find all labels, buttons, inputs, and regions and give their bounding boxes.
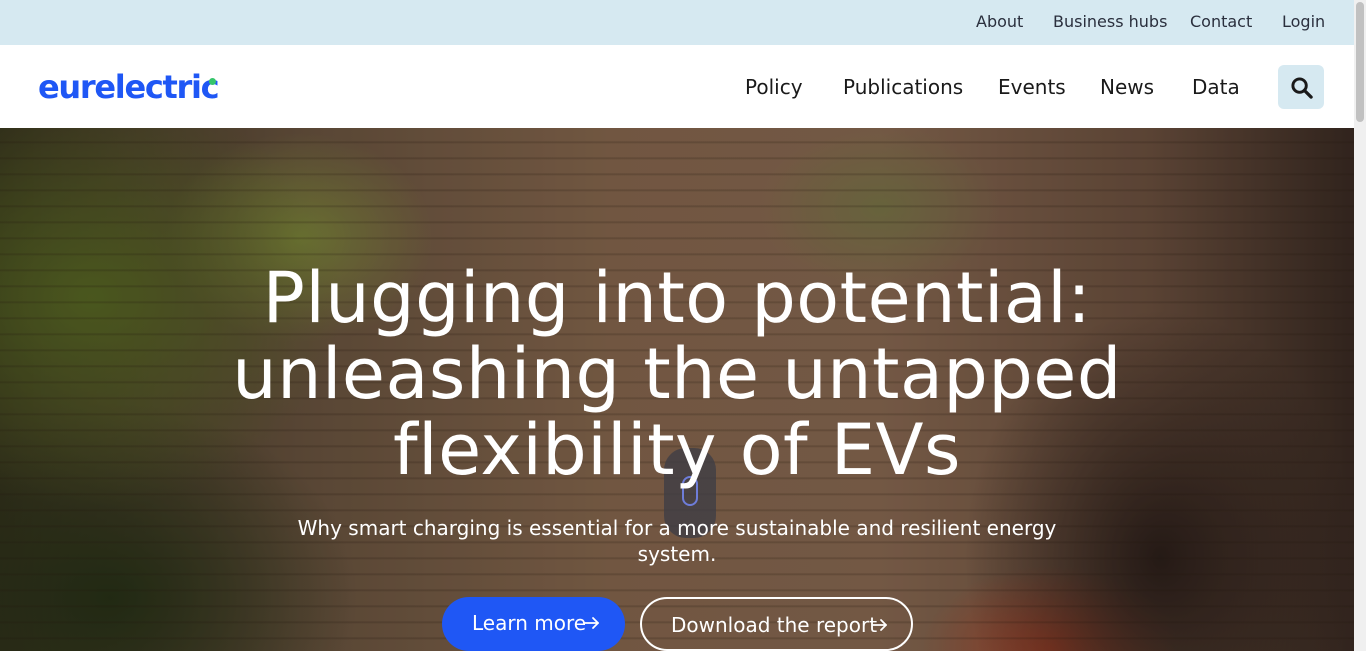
nav-item-publications[interactable]: Publications [843,75,963,99]
topbar-link-business-hubs[interactable]: Business hubs [1053,12,1167,31]
page-scrollbar[interactable] [1354,0,1366,651]
nav-item-policy[interactable]: Policy [745,75,803,99]
learn-more-button[interactable]: Learn more [442,597,625,651]
scrollbar-thumb[interactable] [1356,2,1364,122]
nav-item-data[interactable]: Data [1192,75,1240,99]
eurelectric-logo[interactable]: eurelectric [38,68,220,106]
arrow-right-icon [584,617,599,629]
utility-bar: About Business hubs Contact Login [0,0,1354,45]
topbar-link-login[interactable]: Login [1282,12,1325,31]
hero-banner: Plugging into potential: unleashing the … [0,128,1354,651]
download-report-label: Download the report [671,613,878,637]
hero-content: Plugging into potential: unleashing the … [0,128,1354,651]
nav-item-news[interactable]: News [1100,75,1154,99]
hero-title: Plugging into potential: unleashing the … [232,257,1122,491]
logo-text: eurelectric [38,68,220,106]
logo-accent-dot [209,78,216,85]
search-icon [1291,77,1313,99]
search-button[interactable] [1278,65,1324,109]
nav-item-events[interactable]: Events [998,75,1066,99]
topbar-link-contact[interactable]: Contact [1190,12,1252,31]
learn-more-label: Learn more [472,611,587,635]
arrow-right-icon [872,619,887,631]
hero-subtitle: Why smart charging is essential for a mo… [297,516,1057,566]
main-header: eurelectric Policy Publications Events N… [0,45,1354,128]
topbar-link-about[interactable]: About [976,12,1023,31]
download-report-button[interactable]: Download the report [640,597,913,651]
